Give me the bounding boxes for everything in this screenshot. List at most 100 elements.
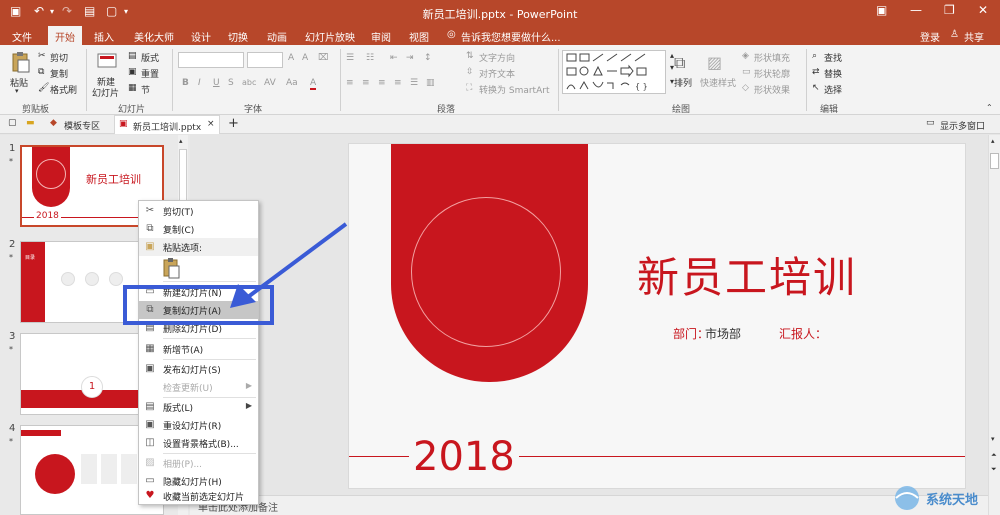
show-multi-window-button[interactable]: 显示多窗口	[940, 119, 985, 132]
open-folder-icon[interactable]: ▬	[26, 118, 35, 128]
shadow-button[interactable]: abc	[242, 78, 256, 87]
reporter-label: 汇报人：	[779, 327, 828, 341]
font-color-button[interactable]: A	[310, 78, 317, 90]
justify-icon[interactable]: ≡	[394, 78, 402, 88]
cut-button[interactable]: 剪切	[50, 51, 68, 64]
grow-font-icon[interactable]: A	[288, 53, 294, 63]
convert-smartart-button[interactable]: 转换为 SmartArt	[479, 83, 549, 96]
tab-slideshow[interactable]: 幻灯片放映	[305, 29, 355, 44]
menu-item-format-background[interactable]: ◫ 设置背景格式(B)...	[139, 434, 258, 452]
close-icon[interactable]: ✕	[978, 3, 988, 17]
share-button[interactable]: 共享	[964, 29, 984, 44]
watermark: 系统天地	[880, 480, 1000, 515]
minimize-icon[interactable]: —	[910, 3, 922, 17]
login-link[interactable]: 登录	[920, 29, 940, 44]
scroll-down-icon[interactable]: ▾	[991, 435, 995, 443]
font-name-select[interactable]	[178, 52, 244, 68]
background-icon: ◫	[145, 437, 155, 448]
new-doc-icon[interactable]: ▢	[8, 118, 17, 128]
align-text-button[interactable]: 对齐文本	[479, 67, 515, 80]
shapes-gallery[interactable]: { }	[562, 50, 666, 94]
notes-pane[interactable]: 单击此处添加备注	[190, 495, 988, 515]
select-button[interactable]: 选择	[824, 83, 842, 96]
menu-item-cut[interactable]: ✂ 剪切(T)	[139, 202, 258, 220]
slide-year[interactable]: 2018	[409, 434, 519, 480]
quick-styles-button[interactable]: 快速样式	[700, 76, 736, 89]
bullets-icon[interactable]: ☰	[346, 53, 354, 63]
find-button[interactable]: 查找	[824, 51, 842, 64]
menu-item-add-section[interactable]: ▦ 新增节(A)	[139, 340, 258, 358]
doc-tab-active[interactable]: ▣ 新员工培训.pptx ×	[114, 115, 220, 134]
strikethrough-button[interactable]: S	[228, 78, 234, 88]
new-slide-button-line2[interactable]: 幻灯片	[92, 86, 119, 99]
menu-item-reset-slide[interactable]: ▣ 重设幻灯片(R)	[139, 416, 258, 434]
bold-button[interactable]: B	[182, 78, 189, 88]
paste-dropdown-icon[interactable]: ▾	[15, 87, 19, 95]
arrange-button[interactable]: 排列	[674, 76, 692, 89]
tab-file[interactable]: 文件	[12, 29, 32, 44]
tab-insert[interactable]: 插入	[94, 29, 114, 44]
font-size-select[interactable]	[247, 52, 283, 68]
text-direction-button[interactable]: 文字方向	[479, 51, 515, 64]
scroll-thumb[interactable]	[990, 153, 999, 169]
menu-item-check-updates[interactable]: 检查更新(U) ▶	[139, 378, 258, 396]
menu-item-layout[interactable]: ▤ 版式(L) ▶	[139, 398, 258, 416]
previous-slide-icon[interactable]: ⏶	[991, 451, 997, 460]
section-button[interactable]: 节	[141, 83, 150, 96]
columns-icon[interactable]: ▥	[426, 78, 435, 88]
add-doc-tab-icon[interactable]: +	[228, 116, 239, 131]
text-direction-icon: ⇅	[466, 51, 474, 61]
distribute-icon[interactable]: ☰	[410, 78, 418, 88]
paste-option-button[interactable]	[163, 257, 181, 279]
reset-button[interactable]: 重置	[141, 67, 159, 80]
align-right-icon[interactable]: ≡	[378, 78, 386, 88]
scroll-up-icon[interactable]: ▴	[991, 137, 995, 145]
paste-button[interactable]: 粘贴	[10, 76, 28, 89]
align-left-icon[interactable]: ≡	[346, 78, 354, 88]
menu-item-photo-album[interactable]: ▨ 相册(P)...	[139, 454, 258, 472]
next-slide-icon[interactable]: ⏷	[991, 465, 997, 474]
doc-tab-templates[interactable]: 模板专区	[64, 119, 100, 132]
scroll-up-icon[interactable]: ▴	[179, 137, 183, 145]
char-spacing-button[interactable]: AV	[264, 78, 276, 88]
doc-tab-close-icon[interactable]: ×	[207, 119, 215, 129]
ribbon-display-options-icon[interactable]: ▣	[876, 3, 887, 17]
replace-button[interactable]: 替换	[824, 67, 842, 80]
restore-icon[interactable]: ❐	[944, 3, 955, 17]
shape-fill-button[interactable]: 形状填充	[754, 51, 790, 64]
clear-format-icon[interactable]: ⌧	[318, 53, 328, 63]
thumb-number: 1	[9, 143, 16, 154]
slide-scrollbar[interactable]: ▴ ▾ ⏶ ⏷	[988, 135, 1000, 515]
menu-item-publish-slides[interactable]: ▣ 发布幻灯片(S)	[139, 360, 258, 378]
tell-me-box[interactable]: 告诉我您想要做什么...	[461, 29, 561, 44]
menu-item-label: 重设幻灯片(R)	[163, 422, 222, 432]
increase-indent-icon[interactable]: ⇥	[406, 53, 414, 63]
collapse-ribbon-icon[interactable]: ⌃	[986, 103, 993, 112]
tab-beautify-master[interactable]: 美化大师	[134, 29, 174, 44]
numbering-icon[interactable]: ☷	[366, 53, 374, 63]
tab-home[interactable]: 开始	[48, 26, 82, 45]
line-spacing-icon[interactable]: ↕	[424, 53, 432, 63]
tab-review[interactable]: 审阅	[371, 29, 391, 44]
current-slide[interactable]: 新员工培训 部门： 市场部 汇报人： 2018	[348, 143, 966, 489]
tab-transitions[interactable]: 切换	[228, 29, 248, 44]
slide-title[interactable]: 新员工培训	[637, 244, 857, 305]
new-slide-icon[interactable]	[96, 51, 118, 73]
shape-outline-button[interactable]: 形状轮廓	[754, 67, 790, 80]
tab-animations[interactable]: 动画	[267, 29, 287, 44]
layout-button[interactable]: 版式	[141, 51, 159, 64]
change-case-button[interactable]: Aa	[286, 78, 298, 88]
tab-design[interactable]: 设计	[191, 29, 211, 44]
menu-item-favorite-slide[interactable]: ♥ 收藏当前选定幻灯片	[139, 487, 258, 505]
format-painter-button[interactable]: 格式刷	[50, 83, 77, 96]
tab-view[interactable]: 视图	[409, 29, 429, 44]
paste-icon[interactable]	[10, 51, 32, 73]
decrease-indent-icon[interactable]: ⇤	[390, 53, 398, 63]
align-center-icon[interactable]: ≡	[362, 78, 370, 88]
shrink-font-icon[interactable]: A	[302, 53, 308, 63]
underline-button[interactable]: U	[213, 78, 220, 88]
star-icon: *	[9, 253, 13, 262]
copy-button[interactable]: 复制	[50, 67, 68, 80]
shape-effects-button[interactable]: 形状效果	[754, 83, 790, 96]
italic-button[interactable]: I	[198, 78, 201, 88]
